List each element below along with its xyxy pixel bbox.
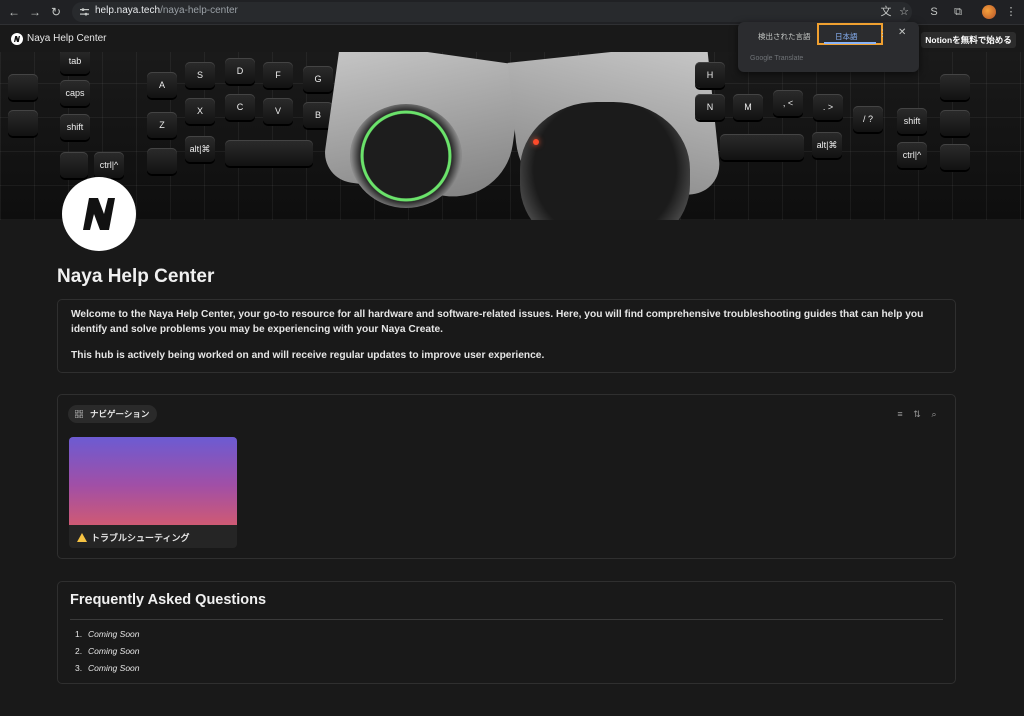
keycap: alt|⌘ [812, 132, 842, 158]
notion-signup-button[interactable]: Notionを無料で始める [921, 32, 1016, 48]
keycap: V [263, 98, 293, 124]
card-title: トラブルシューティング [77, 531, 189, 544]
back-icon[interactable]: ← [6, 4, 22, 20]
url-text: help.naya.tech/naya-help-center [95, 5, 238, 16]
gallery-card-troubleshooting[interactable]: トラブルシューティング [69, 437, 237, 548]
menu-kebab-icon[interactable]: ⋮ [1003, 4, 1019, 20]
keycap: S [185, 62, 215, 88]
divider [70, 619, 943, 620]
keycap: Z [147, 112, 177, 138]
trackpad-right [520, 102, 690, 220]
page-logo-icon [62, 177, 136, 251]
extensions-puzzle-icon[interactable]: ⧉ [950, 4, 966, 20]
list-item: 3. Coming Soon [75, 663, 140, 673]
address-bar[interactable]: help.naya.tech/naya-help-center 文 ☆ [72, 2, 912, 22]
translate-popup: 検出された言語 日本語 ⋮ ✕ Google Translate [738, 22, 919, 72]
keycap [8, 74, 38, 100]
keycap: F [263, 62, 293, 88]
keycap [720, 134, 804, 160]
keycap: caps [60, 80, 90, 106]
view-label: ナビゲーション [90, 409, 150, 419]
keycap: G [303, 66, 333, 92]
knob-left [350, 104, 462, 208]
extension-s-icon[interactable]: S [926, 4, 942, 20]
card-cover [69, 437, 237, 525]
keycap: , < [773, 90, 803, 116]
keycap [225, 140, 313, 166]
forward-icon[interactable]: → [27, 4, 43, 20]
keycap [940, 110, 970, 136]
navigation-database: ナビゲーション ≡ ⇅ ⌕ トラブルシューティング [57, 394, 956, 559]
intro-callout: Welcome to the Naya Help Center, your go… [57, 299, 956, 373]
japanese-language-tab[interactable]: 日本語 [817, 23, 883, 45]
keycap: alt|⌘ [185, 136, 215, 162]
keycap [940, 144, 970, 170]
keycap: A [147, 72, 177, 98]
gallery-view-tab[interactable]: ナビゲーション [68, 405, 158, 423]
status-led [533, 139, 539, 145]
keycap: N [695, 94, 725, 120]
list-item: 2. Coming Soon [75, 646, 140, 656]
translate-icon[interactable]: 文 [878, 4, 894, 20]
keycap: tab [60, 52, 90, 74]
keycap: D [225, 58, 255, 84]
active-tab-indicator [824, 42, 876, 44]
bookmark-star-icon[interactable]: ☆ [896, 4, 912, 20]
page-title: Naya Help Center [57, 266, 215, 287]
detected-language-tab[interactable]: 検出された言語 [758, 31, 811, 42]
warning-icon [77, 533, 87, 542]
intro-paragraph: Welcome to the Naya Help Center, your go… [71, 309, 924, 335]
profile-avatar[interactable] [982, 5, 996, 19]
keycap: . > [813, 94, 843, 120]
keycap [60, 152, 88, 178]
close-icon[interactable]: ✕ [898, 27, 906, 38]
list-item: 1. Coming Soon [75, 629, 140, 639]
site-name[interactable]: Naya Help Center [27, 33, 106, 44]
naya-logo-icon[interactable] [11, 33, 23, 45]
keycap [940, 74, 970, 100]
intro-paragraph-2: This hub is actively being worked on and… [71, 350, 545, 361]
faq-section: Frequently Asked Questions 1. Coming Soon… [57, 581, 956, 684]
google-translate-footer: Google Translate [750, 55, 804, 62]
keycap: M [733, 94, 763, 120]
keycap [8, 110, 38, 136]
japanese-tab-label: 日本語 [835, 32, 858, 41]
keycap: shift [897, 108, 927, 134]
reload-icon[interactable]: ↻ [48, 4, 64, 20]
translate-options-icon[interactable]: ⋮ [878, 28, 887, 39]
keycap: / ? [853, 106, 883, 132]
keycap: shift [60, 114, 90, 140]
grid-icon [75, 410, 83, 418]
faq-heading: Frequently Asked Questions [70, 592, 267, 608]
keycap: ctrl|^ [94, 152, 124, 178]
keycap [147, 148, 177, 174]
keycap: X [185, 98, 215, 124]
keycap: H [695, 62, 725, 88]
site-settings-icon[interactable] [80, 8, 89, 16]
cover-image: tab caps shift ctrl|^ A S D F G Z X C V … [0, 52, 1024, 220]
keycap: ctrl|^ [897, 142, 927, 168]
sort-icon[interactable]: ⇅ [912, 409, 922, 419]
keycap: C [225, 94, 255, 120]
filter-icon[interactable]: ≡ [895, 409, 905, 419]
search-icon[interactable]: ⌕ [929, 409, 939, 419]
